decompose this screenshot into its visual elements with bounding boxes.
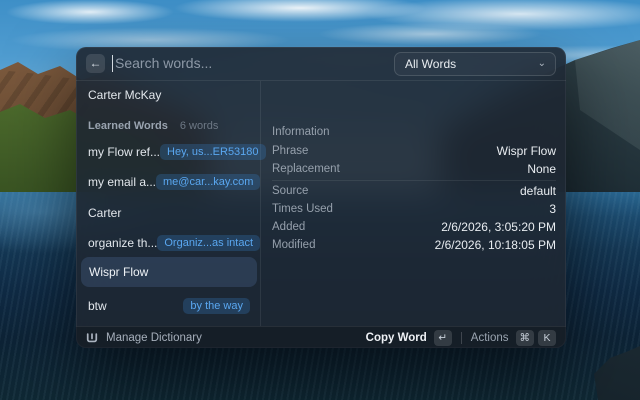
list-item-label: organize th...: [88, 236, 158, 250]
manage-dictionary-label: Manage Dictionary: [106, 331, 202, 344]
list-item-label: my email a...: [88, 175, 157, 189]
command-key-icon: ⌘: [515, 329, 534, 346]
search-bar: ← Search words... All Words ⌄: [76, 47, 566, 80]
list-item-label: btw: [88, 299, 107, 313]
list-item-label: Carter McKay: [88, 88, 162, 102]
detail-row-phrase: Phrase Wispr Flow: [272, 142, 556, 159]
detail-row-modified: Modified 2/6/2026, 10:18:05 PM: [272, 236, 556, 253]
replacement-badge: me@car...kay.com: [156, 174, 261, 190]
list-item-label: Carter: [88, 206, 122, 220]
replacement-badge: Hey, us...ER53180: [160, 144, 266, 160]
detail-row-source: Source default: [272, 182, 556, 199]
manage-dictionary-button[interactable]: Manage Dictionary: [86, 332, 202, 344]
detail-row-replacement: Replacement None: [272, 160, 556, 177]
detail-value: default: [519, 183, 556, 198]
section-count: 6 words: [179, 120, 219, 132]
detail-label: Phrase: [272, 144, 309, 157]
actions-button[interactable]: Actions: [471, 332, 509, 344]
details-divider: [272, 180, 556, 181]
detail-row-times-used: Times Used 3: [272, 200, 556, 217]
detail-label: Modified: [272, 238, 316, 251]
detail-value: Wispr Flow: [496, 143, 556, 158]
text-cursor: [112, 55, 113, 72]
back-button[interactable]: ←: [86, 54, 105, 73]
list-item-my-flow-ref[interactable]: my Flow ref... Hey, us...ER53180: [84, 141, 266, 163]
details-section-title: Information: [272, 126, 330, 138]
list-item-label: my Flow ref...: [88, 145, 161, 159]
dictionary-search-window: ← Search words... All Words ⌄ Carter McK…: [76, 47, 566, 348]
replacement-badge: by the way: [183, 298, 250, 314]
copy-word-button[interactable]: Copy Word: [366, 332, 427, 344]
detail-label: Added: [272, 220, 306, 233]
filter-dropdown[interactable]: All Words ⌄: [394, 52, 556, 76]
word-details: Information Phrase Wispr Flow Replacemen…: [261, 80, 566, 326]
detail-row-added: Added 2/6/2026, 3:05:20 PM: [272, 218, 556, 235]
detail-label: Replacement: [272, 162, 340, 175]
replacement-badge: Organiz...as intact: [157, 235, 261, 251]
k-key-icon: K: [538, 329, 556, 346]
detail-value: None: [527, 161, 556, 176]
list-item-label: Wispr Flow: [89, 265, 149, 279]
list-item-organize[interactable]: organize th... Organiz...as intact: [84, 232, 261, 254]
list-item-wispr-flow-selected[interactable]: Wispr Flow: [81, 257, 257, 287]
detail-label: Source: [272, 184, 309, 197]
list-item-my-email[interactable]: my email a... me@car...kay.com: [84, 171, 261, 193]
chevron-down-icon: ⌄: [537, 58, 546, 69]
filter-dropdown-value: All Words: [405, 57, 457, 71]
detail-value: 2/6/2026, 10:18:05 PM: [434, 237, 556, 252]
learned-words-section-header: Learned Words 6 words: [88, 117, 218, 135]
word-list: Carter McKay Learned Words 6 words my Fl…: [76, 80, 266, 326]
detail-value: 2/6/2026, 3:05:20 PM: [441, 219, 556, 234]
list-item-carter[interactable]: Carter: [84, 202, 254, 224]
wispr-flow-logo-icon: [86, 332, 98, 343]
actions-shortcut: ⌘ K: [515, 329, 556, 346]
footer-bar: Manage Dictionary Copy Word ↵ Actions ⌘ …: [76, 326, 566, 348]
list-item-carter-mckay[interactable]: Carter McKay: [84, 84, 254, 106]
footer-divider: [460, 331, 462, 344]
detail-label: Times Used: [272, 202, 333, 215]
list-item-btw[interactable]: btw by the way: [84, 295, 254, 317]
search-input[interactable]: Search words...: [115, 47, 212, 80]
desktop: ← Search words... All Words ⌄ Carter McK…: [0, 0, 640, 400]
return-key-icon: ↵: [433, 329, 452, 346]
section-label: Learned Words: [88, 120, 168, 132]
detail-value: 3: [549, 201, 556, 216]
